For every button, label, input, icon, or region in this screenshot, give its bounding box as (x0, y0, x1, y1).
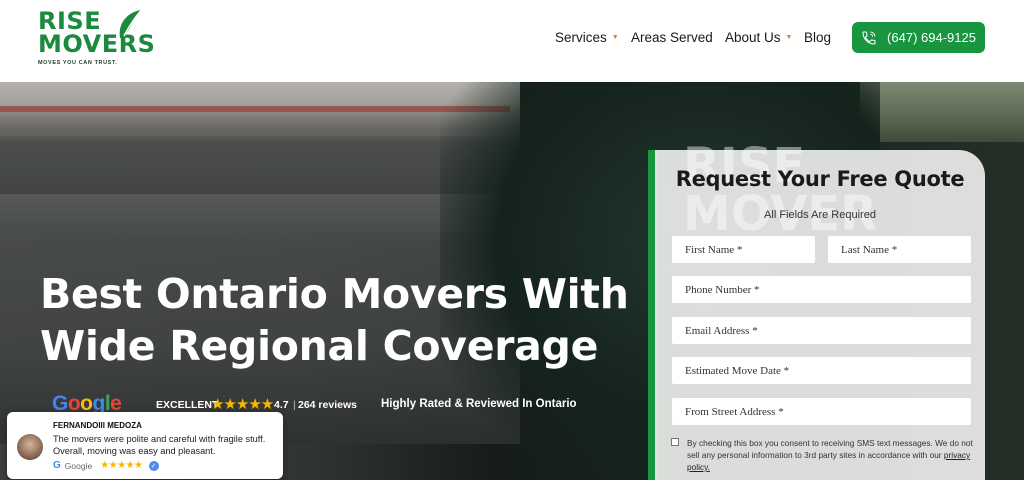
sms-consent-checkbox[interactable] (671, 438, 679, 446)
rating-score: 4.7 (274, 399, 289, 411)
nav-about-label: About Us (725, 30, 781, 45)
verified-check-icon: ✓ (148, 460, 159, 471)
consent-body: By checking this box you consent to rece… (687, 438, 973, 460)
google-g-icon: G (53, 460, 61, 471)
avatar (17, 434, 43, 460)
email-address-input[interactable] (671, 316, 972, 345)
review-text: The movers were polite and careful with … (53, 434, 266, 456)
site-header: RISE MOVERS MOVES YOU CAN TRUST. Service… (0, 0, 1024, 82)
review-footer: G Google ★★★★★ ✓ (53, 460, 159, 471)
logo[interactable]: RISE MOVERS MOVES YOU CAN TRUST. (38, 9, 155, 72)
chevron-down-icon: ▼ (611, 34, 619, 41)
first-name-input[interactable] (671, 235, 816, 264)
nav-blog[interactable]: Blog (804, 30, 831, 45)
rating-stars: ★★★★★ (211, 396, 274, 413)
rating-reviews-count[interactable]: 264 reviews (298, 399, 357, 411)
review-stars: ★★★★★ (100, 460, 143, 471)
nav-services[interactable]: Services ▼ (555, 30, 619, 45)
phone-number: (647) 694-9125 (887, 30, 976, 45)
form-subtitle: All Fields Are Required (764, 209, 876, 221)
sms-consent: By checking this box you consent to rece… (671, 437, 973, 473)
rating-tagline: Highly Rated & Reviewed In Ontario (381, 398, 577, 410)
hero-title: Best Ontario Movers With Wide Regional C… (40, 268, 640, 372)
nav-services-label: Services (555, 30, 607, 45)
reviewer-name: FERNANDOIII MEDOZA (53, 421, 142, 430)
review-popup[interactable]: FERNANDOIII MEDOZA The movers were polit… (7, 412, 283, 479)
rating-separator: | (293, 399, 296, 411)
form-title: Request Your Free Quote (675, 167, 965, 191)
nav-areas-label: Areas Served (631, 30, 713, 45)
review-source: Google (64, 460, 93, 471)
nav-blog-label: Blog (804, 30, 832, 45)
phone-icon (862, 30, 876, 45)
nav-areas-served[interactable]: Areas Served (631, 30, 713, 45)
phone-number-input[interactable] (671, 275, 972, 304)
phone-button[interactable]: (647) 694-9125 (852, 22, 985, 53)
leaf-icon (119, 10, 140, 38)
hero-title-line1: Best Ontario Movers With (40, 270, 629, 318)
logo-tagline: MOVES YOU CAN TRUST. (38, 60, 118, 66)
move-date-input[interactable] (671, 356, 972, 385)
consent-text: By checking this box you consent to rece… (687, 437, 973, 473)
hero-title-line2: Wide Regional Coverage (40, 322, 599, 370)
rating-excellent: EXCELLENT (156, 399, 219, 411)
from-address-input[interactable] (671, 397, 972, 426)
chevron-down-icon: ▼ (785, 34, 793, 41)
nav-about-us[interactable]: About Us ▼ (725, 30, 792, 45)
quote-form: RISE MOVER Request Your Free Quote All F… (655, 142, 985, 480)
last-name-input[interactable] (827, 235, 972, 264)
